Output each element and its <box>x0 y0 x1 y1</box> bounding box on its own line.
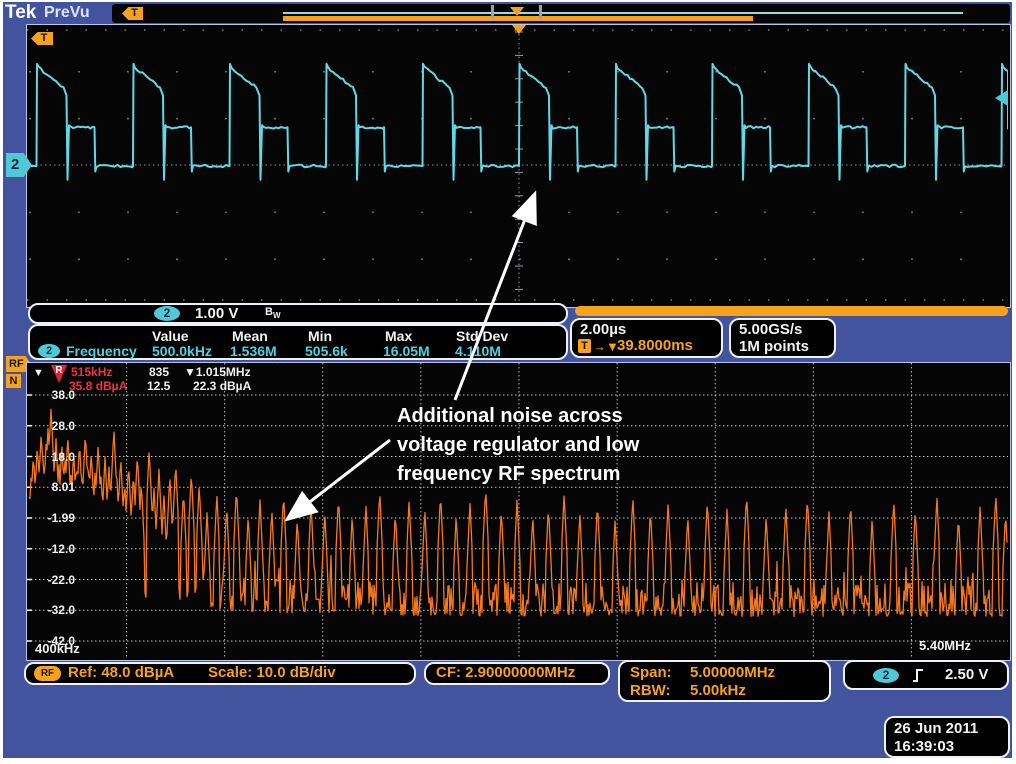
time-per-div: 2.00µs <box>580 322 626 338</box>
measurement-value: 1.536M <box>230 343 277 359</box>
acquisition-mode-label: PreVu <box>44 4 90 22</box>
measurement-header: Max <box>385 328 412 344</box>
annotation-text: Additional noise across voltage regulato… <box>397 402 697 489</box>
zoom-window-bar <box>575 306 1008 316</box>
zoom-position-marker[interactable] <box>510 7 524 16</box>
zoom-bracket-left[interactable] <box>491 5 494 19</box>
screenshot-frame: Tek PreVu T T 2 2 1.00 V BW Value Mean Min… <box>0 0 1016 764</box>
rf-badge: RF <box>34 666 61 681</box>
trigger-source-badge: 2 <box>873 668 899 683</box>
marker-b-frequency: 835 <box>149 366 169 379</box>
measurement-bar: Value Mean Min Max Std Dev 2 Frequency 500.0… <box>28 324 568 360</box>
horizontal-settings-box[interactable]: 2.00µs T →▼ 39.8000ms <box>570 318 723 358</box>
annotation-line: voltage regulator and low <box>397 431 697 460</box>
spectrum-y-label: -1.99 <box>31 511 75 525</box>
waveform-display: T <box>26 24 1011 308</box>
trigger-position-marker[interactable] <box>512 25 526 34</box>
measurement-value: 4.110M <box>455 343 501 359</box>
tek-logo: Tek <box>5 2 36 24</box>
spectrum-y-label: 18.0 <box>31 450 75 464</box>
trigger-time-flag-icon: T <box>122 7 143 20</box>
marker-r-frequency: 515kHz <box>71 366 112 379</box>
record-length: 1M points <box>739 339 809 355</box>
span-label: Span: <box>630 665 672 681</box>
measurement-header: Std Dev <box>456 328 508 344</box>
spectrum-y-label: -32.0 <box>31 603 75 617</box>
measurement-value: 500.0kHz <box>152 343 212 359</box>
datetime-box: 26 Jun 2011 16:39:03 <box>884 716 1010 758</box>
marker-b-amplitude: 12.5 <box>147 380 170 393</box>
zoom-bracket-right[interactable] <box>539 5 542 19</box>
marker-a-amplitude: 22.3 dBµA <box>193 380 251 393</box>
measurement-header: Value <box>152 328 189 344</box>
date-value: 26 Jun 2011 <box>894 721 978 737</box>
ch2-vertical-scale: 1.00 V <box>195 306 238 322</box>
rf-settings-box[interactable]: RF Ref: 48.0 dBµA Scale: 10.0 dB/div <box>24 662 416 685</box>
bandwidth-limit-icon: BW <box>265 306 281 320</box>
trigger-level-value: 2.50 V <box>945 667 988 683</box>
center-frequency: CF: 2.90000000MHz <box>436 665 575 681</box>
spectrum-y-label: 38.0 <box>31 388 75 402</box>
measurement-value: 16.05M <box>383 343 430 359</box>
sample-rate: 5.00GS/s <box>739 322 802 338</box>
measurement-value: 505.6k <box>305 343 348 359</box>
trigger-delay-arrows: →▼ <box>593 339 619 355</box>
span-rbw-box[interactable]: Span: 5.00000MHz RBW: 5.00kHz <box>618 660 831 702</box>
spectrum-start-frequency: 400kHz <box>35 641 80 656</box>
spectrum-y-label: -12.0 <box>31 542 75 556</box>
measurement-header: Mean <box>232 328 268 344</box>
time-value: 16:39:03 <box>894 739 954 755</box>
measurement-name: Frequency <box>66 343 137 359</box>
rf-normal-badge: N <box>6 374 21 388</box>
channel-2-scale-bar[interactable]: 2 1.00 V BW <box>28 303 568 324</box>
rbw-value: 5.00kHz <box>690 683 746 699</box>
marker-a-glyph-icon: ▼ <box>33 367 44 379</box>
record-window-bar <box>283 16 753 21</box>
ch2-waveform-trace <box>27 25 1008 305</box>
center-frequency-box[interactable]: CF: 2.90000000MHz <box>424 662 610 685</box>
spectrum-y-label: 8.01 <box>31 480 75 494</box>
measurement-header: Min <box>308 328 332 344</box>
spectrum-stop-frequency: 5.40MHz <box>919 638 971 653</box>
channel-2-badge: 2 <box>154 306 180 321</box>
acquisition-box[interactable]: 5.00GS/s 1M points <box>729 318 836 358</box>
record-trace-line <box>283 12 963 14</box>
annotation-line: Additional noise across <box>397 402 697 431</box>
rising-edge-icon <box>911 668 925 683</box>
measurement-channel-badge: 2 <box>38 344 60 358</box>
span-value: 5.00000MHz <box>690 665 775 681</box>
trigger-readout-box[interactable]: 2 2.50 V <box>843 660 1009 690</box>
spectrum-y-label: 28.0 <box>31 419 75 433</box>
marker-r-amplitude: 35.8 dBµA <box>69 380 127 393</box>
rbw-label: RBW: <box>630 683 671 699</box>
record-view-bar[interactable]: T <box>112 4 1010 23</box>
spectrum-y-label: -22.0 <box>31 573 75 587</box>
marker-a-frequency: ▼1.015MHz <box>184 366 251 379</box>
rf-reference-level: Ref: 48.0 dBµA <box>68 665 174 681</box>
trigger-t-icon: T <box>578 339 591 353</box>
annotation-line: frequency RF spectrum <box>397 460 697 489</box>
rf-vertical-scale: Scale: 10.0 dB/div <box>208 665 336 681</box>
trigger-delay-value: 39.8000ms <box>617 338 693 354</box>
